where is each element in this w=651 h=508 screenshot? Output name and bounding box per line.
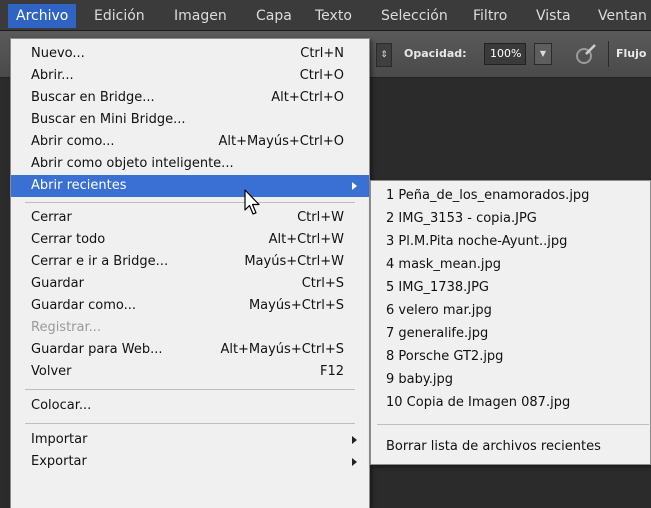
menu-separator [25, 389, 355, 390]
menu-item-label: Guardar para Web... [31, 342, 163, 357]
menu-item-guardar-web[interactable]: Guardar para Web... Alt+Mayús+Ctrl+S [11, 339, 369, 361]
chevron-down-icon[interactable]: ▼ [534, 43, 552, 65]
menu-item-label: Abrir como... [31, 134, 115, 149]
menu-item-label: Abrir como objeto inteligente... [31, 156, 234, 171]
recent-file-item[interactable]: 8 Porsche GT2.jpg [371, 346, 650, 368]
menu-capa[interactable]: Capa [248, 6, 300, 26]
menu-item-nuevo[interactable]: Nuevo... Ctrl+N [11, 43, 369, 65]
submenu-arrow-icon [352, 436, 357, 444]
airbrush-icon[interactable] [572, 42, 598, 66]
recent-file-item[interactable]: 4 mask_mean.jpg [371, 254, 650, 276]
menu-item-label: Volver [31, 364, 72, 379]
menu-texto[interactable]: Texto [307, 6, 360, 26]
menu-item-buscar-bridge[interactable]: Buscar en Bridge... Alt+Ctrl+O [11, 87, 369, 109]
shortcut-label: F12 [319, 364, 344, 379]
file-menu: Nuevo... Ctrl+N Abrir... Ctrl+O Buscar e… [10, 38, 370, 508]
menu-item-cerrar-todo[interactable]: Cerrar todo Alt+Ctrl+W [11, 229, 369, 251]
recent-file-item[interactable]: 3 Pl.M.Pita noche-Ayunt..jpg [371, 231, 650, 253]
menu-bar: Archivo Edición Imagen Capa Texto Selecc… [0, 0, 651, 31]
shortcut-label: Ctrl+O [299, 68, 344, 83]
recent-file-item[interactable]: 10 Copia de Imagen 087.jpg [371, 392, 650, 414]
menu-item-abrir-como[interactable]: Abrir como... Alt+Mayús+Ctrl+O [11, 131, 369, 153]
menu-separator [25, 423, 355, 424]
shortcut-label: Alt+Mayús+Ctrl+O [218, 134, 344, 149]
menu-item-label: Colocar... [31, 398, 92, 413]
shortcut-label: Mayús+Ctrl+W [244, 254, 344, 269]
shortcut-label: Alt+Ctrl+W [268, 232, 344, 247]
shortcut-label: Mayús+Ctrl+S [248, 298, 344, 313]
shortcut-label: Ctrl+W [297, 210, 344, 225]
recent-files-submenu: 1 Peña_de_los_enamorados.jpg 2 IMG_3153 … [370, 180, 651, 465]
recent-file-item[interactable]: 7 generalife.jpg [371, 323, 650, 345]
recent-file-item[interactable]: 6 velero mar.jpg [371, 300, 650, 322]
toolbar-separator [608, 41, 609, 67]
menu-item-label: Cerrar [31, 210, 72, 225]
menu-item-abrir[interactable]: Abrir... Ctrl+O [11, 65, 369, 87]
menu-archivo[interactable]: Archivo [8, 4, 77, 28]
menu-item-guardar-como[interactable]: Guardar como... Mayús+Ctrl+S [11, 295, 369, 317]
submenu-arrow-icon [352, 458, 357, 466]
opacity-input[interactable]: 100% [484, 43, 526, 65]
menu-item-cerrar-ir-bridge[interactable]: Cerrar e ir a Bridge... Mayús+Ctrl+W [11, 251, 369, 273]
menu-seleccion[interactable]: Selección [373, 6, 456, 26]
menu-item-label: Importar [31, 432, 88, 447]
shortcut-label: Ctrl+N [300, 46, 344, 61]
menu-item-importar[interactable]: Importar [11, 429, 369, 451]
up-down-arrows-icon[interactable]: ⇕ [376, 43, 392, 67]
recent-file-item[interactable]: 1 Peña_de_los_enamorados.jpg [371, 185, 650, 207]
shortcut-label: Ctrl+S [301, 276, 344, 291]
menu-item-exportar[interactable]: Exportar [11, 451, 369, 473]
menu-item-label: Guardar [31, 276, 84, 291]
opacity-label: Opacidad: [404, 47, 467, 60]
menu-item-label: Buscar en Mini Bridge... [31, 112, 186, 127]
shortcut-label: Alt+Mayús+Ctrl+S [220, 342, 344, 357]
menu-item-volver[interactable]: Volver F12 [11, 361, 369, 383]
menu-item-label: Buscar en Bridge... [31, 90, 155, 105]
shortcut-label: Alt+Ctrl+O [271, 90, 344, 105]
menu-item-label: Cerrar todo [31, 232, 106, 247]
menu-item-cerrar[interactable]: Cerrar Ctrl+W [11, 207, 369, 229]
recent-file-item[interactable]: 2 IMG_3153 - copia.JPG [371, 208, 650, 230]
menu-item-label: Registrar... [31, 320, 102, 335]
recent-file-item[interactable]: 5 IMG_1738.JPG [371, 277, 650, 299]
menu-item-label: Cerrar e ir a Bridge... [31, 254, 169, 269]
menu-item-label: Exportar [31, 454, 87, 469]
flow-label: Flujo [616, 47, 647, 60]
menu-item-label: Abrir... [31, 68, 74, 83]
recent-file-item[interactable]: 9 baby.jpg [371, 369, 650, 391]
submenu-arrow-icon [352, 182, 357, 190]
menu-item-label: Abrir recientes [31, 178, 127, 193]
menu-item-label: Guardar como... [31, 298, 136, 313]
menu-ventana[interactable]: Ventan [590, 6, 651, 26]
menu-imagen[interactable]: Imagen [166, 6, 235, 26]
menu-item-colocar[interactable]: Colocar... [11, 395, 369, 417]
menu-item-abrir-recientes[interactable]: Abrir recientes [11, 175, 369, 197]
menu-item-guardar[interactable]: Guardar Ctrl+S [11, 273, 369, 295]
menu-item-registrar: Registrar... [11, 317, 369, 339]
menu-vista[interactable]: Vista [528, 6, 579, 26]
menu-edicion[interactable]: Edición [86, 6, 153, 26]
menu-item-buscar-mini-bridge[interactable]: Buscar en Mini Bridge... [11, 109, 369, 131]
menu-item-label: Nuevo... [31, 46, 85, 61]
clear-recent-files-item[interactable]: Borrar lista de archivos recientes [371, 436, 650, 458]
menu-separator [377, 424, 649, 425]
menu-separator [25, 202, 355, 203]
mouse-cursor-icon [244, 189, 260, 215]
menu-item-abrir-objeto-inteligente[interactable]: Abrir como objeto inteligente... [11, 153, 369, 175]
menu-filtro[interactable]: Filtro [465, 6, 515, 26]
